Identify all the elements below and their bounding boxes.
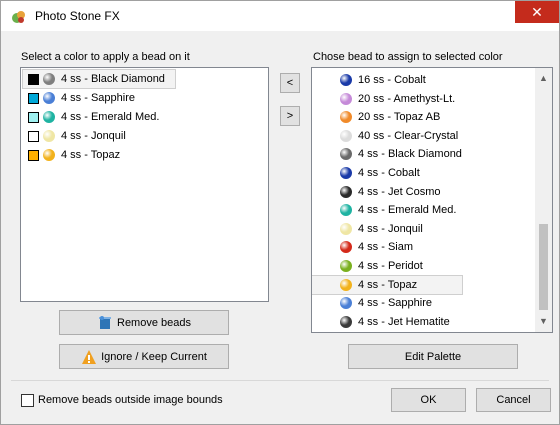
right-panel-label: Chose bead to assign to selected color <box>313 51 503 63</box>
bead-list-item[interactable]: 4 ss - Topaz <box>312 274 463 295</box>
bead-icon <box>340 297 352 310</box>
bead-icon <box>43 73 55 85</box>
left-panel-label: Select a color to apply a bead on it <box>21 51 190 63</box>
bead-icon <box>340 278 352 291</box>
close-button[interactable]: ✕ <box>515 1 559 23</box>
bead-list-item[interactable]: 4 ss - Siam <box>312 238 462 256</box>
bead-list-item-label: 16 ss - Cobalt <box>358 74 426 86</box>
ok-button[interactable]: OK <box>391 388 466 412</box>
bead-list-item-label: 4 ss - Siam <box>358 241 414 254</box>
bead-icon <box>340 185 352 198</box>
bead-list-item[interactable]: 4 ss - Sapphire <box>312 294 462 312</box>
bead-icon <box>340 74 352 86</box>
color-list-item-label: 4 ss - Jonquil <box>61 130 126 142</box>
bead-list-item-label: 4 ss - Jonquil <box>358 222 423 235</box>
bead-list-item-label: 4 ss - Topaz <box>358 278 418 291</box>
window-title: Photo Stone FX <box>35 9 120 23</box>
color-list-item-label: 4 ss - Emerald Med. <box>61 111 160 123</box>
color-list-item[interactable]: 4 ss - Jonquil <box>23 127 223 145</box>
edit-palette-button[interactable]: Edit Palette <box>348 344 518 369</box>
bead-list-item[interactable]: 40 ss - Clear-Crystal <box>312 127 462 145</box>
bead-icon <box>340 260 352 272</box>
trash-icon <box>99 315 111 329</box>
remove-outside-label: Remove beads outside image bounds <box>38 394 223 406</box>
bead-list-item[interactable]: 4 ss - Emerald Med. <box>312 201 462 219</box>
bead-list-item[interactable]: 20 ss - Topaz AB <box>312 108 462 126</box>
bead-list-item-label: 4 ss - Cobalt <box>358 167 420 179</box>
app-icon <box>12 11 25 23</box>
color-list[interactable]: 4 ss - Black Diamond 4 ss - Sapphire 4 ss … <box>20 67 269 302</box>
color-list-item[interactable]: 4 ss - Sapphire <box>23 89 223 107</box>
bead-list-item[interactable]: 16 ss - Cobalt <box>312 71 462 89</box>
bead-list-item-label: 4 ss - Emerald Med. <box>358 204 457 217</box>
bead-icon <box>340 315 352 328</box>
title-bar: Photo Stone FX ✕ <box>1 1 559 31</box>
move-left-button[interactable]: < <box>280 73 300 93</box>
bead-icon <box>340 167 352 179</box>
color-list-item-label: 4 ss - Sapphire <box>61 92 135 104</box>
color-swatch <box>28 92 39 104</box>
ignore-keep-label: Ignore / Keep Current <box>101 350 207 363</box>
color-list-item-label: 4 ss - Topaz <box>61 149 121 161</box>
ignore-keep-button[interactable]: Ignore / Keep Current <box>59 344 229 369</box>
bead-list-item-label: 4 ss - Jet Hematite <box>358 315 450 328</box>
scroll-down-arrow-icon[interactable]: ▼ <box>535 313 552 330</box>
dialog-window: Photo Stone FX ✕ Select a color to apply… <box>0 0 560 425</box>
bead-icon <box>340 204 352 217</box>
scroll-up-arrow-icon[interactable]: ▲ <box>535 70 552 87</box>
footer-divider <box>11 380 549 381</box>
remove-beads-label: Remove beads <box>117 316 191 329</box>
color-list-item[interactable]: 4 ss - Black Diamond <box>22 69 176 89</box>
bead-list[interactable]: ▲ ▼ 16 ss - Cobalt 20 ss - Amethyst-Lt. 20… <box>311 67 553 333</box>
color-list-item[interactable]: 4 ss - Topaz <box>23 146 223 164</box>
bead-icon <box>340 241 352 254</box>
bead-list-item[interactable]: 20 ss - Amethyst-Lt. <box>312 90 462 108</box>
bead-list-item-label: 4 ss - Jet Cosmo <box>358 185 441 198</box>
bead-icon <box>340 129 352 142</box>
bead-list-item[interactable]: 4 ss - Jonquil <box>312 220 462 238</box>
bead-icon <box>340 222 352 235</box>
bead-list-item-label: 4 ss - Sapphire <box>358 297 432 310</box>
bead-icon <box>340 148 352 161</box>
bead-icon <box>340 111 352 124</box>
bead-icon <box>43 111 55 123</box>
scroll-thumb[interactable] <box>539 224 548 310</box>
color-swatch <box>28 149 39 161</box>
color-swatch <box>28 111 39 123</box>
cancel-button[interactable]: Cancel <box>476 388 551 412</box>
bead-list-item-label: 4 ss - Peridot <box>358 260 423 272</box>
color-list-item[interactable]: 4 ss - Emerald Med. <box>23 108 223 126</box>
bead-icon <box>43 149 55 161</box>
bead-list-item-label: 20 ss - Amethyst-Lt. <box>358 92 456 105</box>
bead-list-item[interactable]: 4 ss - Peridot <box>312 257 462 275</box>
remove-beads-button[interactable]: Remove beads <box>59 310 229 335</box>
remove-outside-checkbox[interactable] <box>21 394 34 407</box>
bead-list-item[interactable]: 4 ss - Jet Hematite <box>312 313 462 331</box>
bead-list-scrollbar[interactable]: ▲ ▼ <box>535 68 552 332</box>
bead-list-item[interactable]: 4 ss - Black Diamond <box>312 145 462 163</box>
bead-list-item[interactable]: 4 ss - Jet Cosmo <box>312 183 462 201</box>
move-right-button[interactable]: > <box>280 106 300 126</box>
bead-list-item[interactable]: 4 ss - Cobalt <box>312 164 462 182</box>
bead-list-item-label: 40 ss - Clear-Crystal <box>358 129 459 142</box>
bead-icon <box>340 92 352 105</box>
bead-icon <box>43 130 55 142</box>
warning-icon <box>82 349 97 364</box>
color-swatch <box>28 130 39 142</box>
color-swatch <box>28 73 39 85</box>
color-list-item-label: 4 ss - Black Diamond <box>61 73 165 85</box>
bead-list-item-label: 4 ss - Black Diamond <box>358 148 462 161</box>
bead-list-item-label: 20 ss - Topaz AB <box>358 111 441 124</box>
bead-icon <box>43 92 55 104</box>
